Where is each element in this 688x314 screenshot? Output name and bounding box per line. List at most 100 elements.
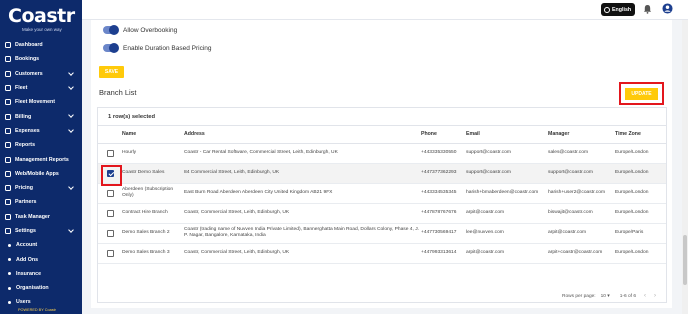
- sidebar-item-customers[interactable]: Customers: [0, 67, 82, 81]
- sidebar-subitem-account[interactable]: Account: [0, 238, 82, 252]
- toggle-switch[interactable]: [103, 43, 119, 53]
- toggle-label: Allow Overbooking: [123, 26, 178, 34]
- table-row[interactable]: Demo Sales Branch 2 Coastr (trading name …: [98, 223, 666, 244]
- col-phone[interactable]: Phone: [421, 126, 466, 144]
- table-row[interactable]: Demo Sales Branch 3 Coastr, Commercial St…: [98, 243, 666, 264]
- sidebar-item-partners[interactable]: Partners: [0, 195, 82, 209]
- cell-phone: +447993313614: [421, 243, 466, 264]
- col-timezone[interactable]: Time Zone: [615, 126, 666, 144]
- sidebar-item-pricing[interactable]: Pricing: [0, 181, 82, 195]
- chevron-down-icon: [68, 227, 74, 233]
- sidebar-item-label: Task Manager: [15, 213, 50, 220]
- tag-icon: [5, 185, 11, 192]
- sidebar-subitem-label: Add Ons: [16, 256, 39, 263]
- settings-card: Allow Overbooking Enable Duration Based …: [91, 20, 672, 308]
- chevron-down-icon: [68, 126, 74, 133]
- sidebar-subitem-add-ons[interactable]: Add Ons: [0, 252, 82, 266]
- row-checkbox[interactable]: [107, 189, 114, 197]
- cell-name: Coastr Demo Sales: [122, 163, 184, 184]
- col-email[interactable]: Email: [466, 126, 548, 144]
- users-icon: [5, 70, 11, 77]
- toggle-switch[interactable]: [103, 25, 119, 35]
- cell-email: support@coastr.com: [466, 143, 548, 164]
- save-button[interactable]: SAVE: [99, 66, 124, 78]
- row-checkbox[interactable]: [107, 209, 114, 217]
- wallet-icon: [5, 127, 11, 134]
- sidebar-item-label: Fleet Movement: [15, 99, 56, 106]
- cell-name: Hourly: [122, 143, 184, 164]
- bullet-icon: [8, 243, 11, 247]
- cell-address: Coastr, Commercial Street, Leith, Edinbu…: [184, 243, 421, 264]
- cell-name: Aberdeen (Subscription Only): [122, 183, 184, 204]
- cell-manager: biswajit@coastr.com: [548, 203, 615, 224]
- row-checkbox[interactable]: [107, 229, 114, 237]
- sidebar-item-label: Dashboard: [15, 42, 43, 49]
- table-row[interactable]: Coastr Demo Sales 84 Commercial Street, L…: [98, 163, 666, 184]
- pagination: Rows per page: 10 ▾ 1-6 of 6 ‹ ›: [562, 293, 656, 299]
- prev-page-icon[interactable]: ‹: [644, 293, 646, 299]
- sidebar-item-reports[interactable]: Reports: [0, 138, 82, 152]
- cell-phone: +447878767676: [421, 203, 466, 224]
- chevron-down-icon: [68, 112, 74, 119]
- sidebar-item-label: Reports: [15, 142, 36, 149]
- update-button[interactable]: UPDATE: [625, 88, 658, 100]
- sidebar-item-billing[interactable]: Billing: [0, 109, 82, 123]
- cell-timezone: Europe/London: [615, 143, 666, 164]
- bell-icon[interactable]: [643, 4, 652, 14]
- sidebar-item-expenses[interactable]: Expenses: [0, 124, 82, 138]
- sidebar-subitem-insurance[interactable]: Insurance: [0, 267, 82, 281]
- cell-manager: sales@coastr.com: [548, 143, 615, 164]
- sidebar-item-settings[interactable]: Settings: [0, 224, 82, 238]
- toggle-label: Enable Duration Based Pricing: [123, 44, 212, 52]
- chevron-down-icon: [68, 69, 74, 76]
- toggle-duration-pricing[interactable]: Enable Duration Based Pricing: [103, 43, 212, 53]
- sidebar-nav: Dashboard Bookings Customers Fleet Fleet Mov…: [0, 38, 82, 310]
- cell-manager: harish+user2@coastr.com: [548, 183, 615, 204]
- sidebar-item-fleet[interactable]: Fleet: [0, 81, 82, 95]
- cell-email: harish+bmaberdeen@coastr.com: [466, 183, 548, 204]
- toggle-allow-overbooking[interactable]: Allow Overbooking: [103, 25, 178, 35]
- row-checkbox[interactable]: [107, 249, 114, 257]
- sidebar-item-label: Partners: [15, 199, 37, 206]
- globe-icon: [5, 170, 11, 177]
- sidebar-item-bookings[interactable]: Bookings: [0, 52, 82, 66]
- grid-icon: [5, 42, 11, 49]
- col-name[interactable]: Name: [122, 126, 184, 144]
- language-button[interactable]: English: [601, 3, 635, 16]
- update-highlight: UPDATE: [619, 82, 664, 105]
- cell-email: support@coastr.com: [466, 163, 548, 184]
- table-row[interactable]: Aberdeen (Subscription Only) East Burn Ro…: [98, 183, 666, 204]
- cell-phone: +443335330550: [421, 143, 466, 164]
- table-header-row: Name Address Phone Email Manager Time Zo…: [98, 126, 666, 144]
- truck-icon: [5, 99, 11, 106]
- sidebar-item-label: Bookings: [15, 56, 40, 63]
- sidebar-item-task-manager[interactable]: Task Manager: [0, 210, 82, 224]
- branch-list-title: Branch List: [99, 88, 137, 97]
- table-row[interactable]: Hourly Coastr - Car Rental Software, Comm…: [98, 143, 666, 164]
- logo[interactable]: Coastr Make your own way: [0, 0, 82, 38]
- col-address[interactable]: Address: [184, 126, 421, 144]
- sidebar-item-fleet-movement[interactable]: Fleet Movement: [0, 95, 82, 109]
- bullet-icon: [8, 300, 11, 304]
- bullet-icon: [8, 258, 11, 262]
- row-checkbox[interactable]: [107, 149, 114, 157]
- sidebar-item-management-reports[interactable]: Management Reports: [0, 152, 82, 166]
- cell-email: lee@nuvven.com: [466, 223, 548, 244]
- cell-timezone: Europe/London: [615, 243, 666, 264]
- cell-address: East Burn Road Aberdeen Aberdeen City Un…: [184, 183, 421, 204]
- calendar-icon: [5, 56, 11, 63]
- cell-name: Contract Hire Branch: [122, 203, 184, 224]
- sidebar-subitem-label: Account: [16, 242, 38, 249]
- page-scrollbar[interactable]: [682, 20, 688, 314]
- bullet-icon: [8, 272, 11, 276]
- next-page-icon[interactable]: ›: [654, 293, 656, 299]
- sidebar-item-web-mobile-apps[interactable]: Web/Mobile Apps: [0, 167, 82, 181]
- sidebar-subitem-organisation[interactable]: Organisation: [0, 281, 82, 295]
- col-manager[interactable]: Manager: [548, 126, 615, 144]
- user-avatar-icon[interactable]: [662, 3, 673, 14]
- sidebar-item-dashboard[interactable]: Dashboard: [0, 38, 82, 52]
- cell-manager: arpit+coastr@coastr.com: [548, 243, 615, 264]
- rows-per-page-select[interactable]: 10 ▾: [601, 294, 610, 299]
- table-row[interactable]: Contract Hire Branch Coastr, Commercial S…: [98, 203, 666, 224]
- powered-by: POWERED BY Coastr: [18, 308, 56, 312]
